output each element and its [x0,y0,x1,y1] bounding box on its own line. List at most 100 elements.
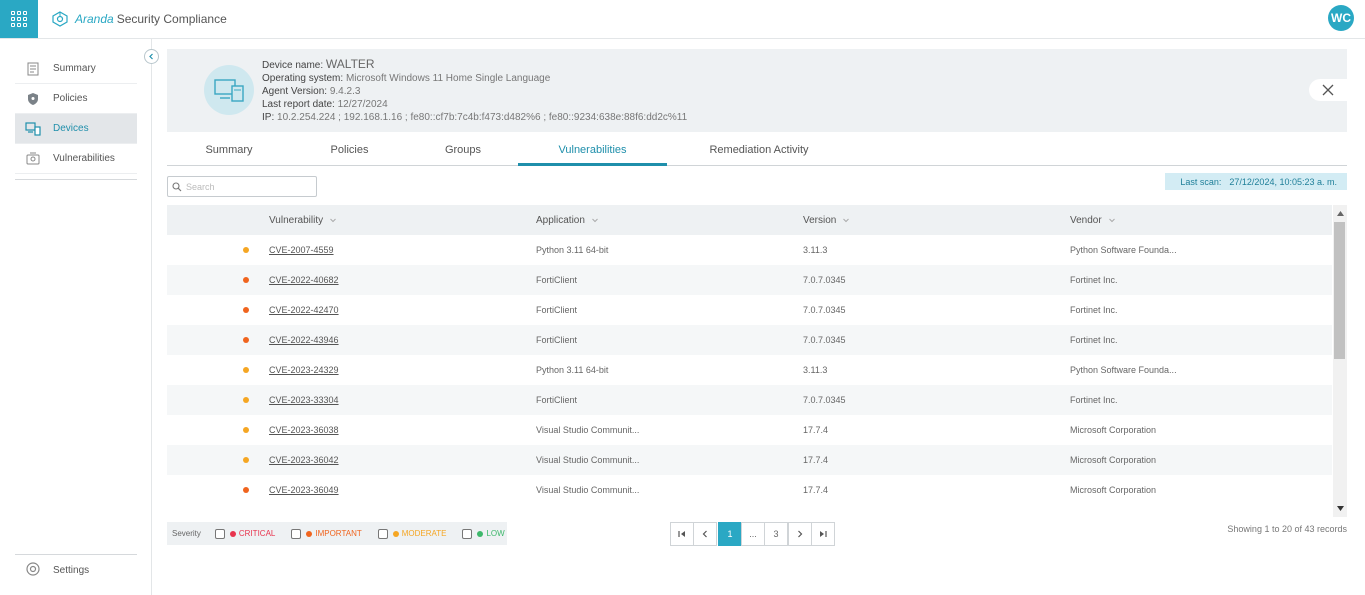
column-header-version[interactable]: Version [803,205,850,235]
gear-icon [25,561,41,580]
caret-down-icon [1336,506,1344,511]
severity-legend: Severity CRITICAL IMPORTANT MODERATE LOW [167,522,507,545]
column-header-label: Vulnerability [269,214,324,226]
table-row[interactable]: CVE-2023-36038 Visual Studio Communit... 1… [167,415,1332,445]
pagination: 1... 3 [670,522,835,546]
user-avatar[interactable]: WC [1328,5,1354,31]
ip-value: 10.2.254.224 ; 192.168.1.16 ; fe80::cf7b… [277,112,688,123]
cve-link[interactable]: CVE-2022-40682 [269,265,339,295]
sidebar-item-label: Devices [53,123,89,134]
severity-dot [243,337,249,343]
version-cell: 3.11.3 [803,365,828,375]
application-cell: Python 3.11 64-bit [536,365,609,375]
severity-filter-critical[interactable]: CRITICAL [214,528,276,539]
table-row[interactable]: CVE-2022-42470 FortiClient 7.0.7.0345 Forti… [167,295,1332,325]
report-label: Last report date: [262,99,335,110]
severity-filter-low[interactable]: LOW [462,528,505,539]
last-scan-label: Last scan: [1180,176,1222,187]
chevron-left-icon [149,53,153,60]
collapse-sidebar-button[interactable] [144,49,159,64]
column-header-application[interactable]: Application [536,205,599,235]
severity-filter-important[interactable]: IMPORTANT [291,528,362,539]
first-page-button[interactable] [670,522,694,546]
severity-dot [243,397,249,403]
apps-grid-icon [11,11,27,27]
brand-aranda: Aranda [75,12,114,26]
severity-dot [243,307,249,313]
table-row[interactable]: CVE-2022-43946 FortiClient 7.0.7.0345 Forti… [167,325,1332,355]
tab-remediation-activity[interactable]: Remediation Activity [667,134,851,165]
report-line: Last report date: 12/27/2024 [262,98,687,111]
cve-link[interactable]: CVE-2022-43946 [269,325,339,355]
first-page-icon [678,531,685,537]
table-row[interactable]: CVE-2022-40682 FortiClient 7.0.7.0345 Forti… [167,265,1332,295]
severity-label: IMPORTANT [315,529,362,538]
tab-policies[interactable]: Policies [291,134,408,165]
version-cell: 7.0.7.0345 [803,305,846,315]
vendor-cell: Fortinet Inc. [1070,275,1118,285]
apps-menu-button[interactable] [0,0,38,38]
severity-filter-moderate[interactable]: MODERATE [377,528,446,539]
vulnerability-icon [25,151,41,167]
scroll-down-button[interactable] [1333,500,1347,517]
severity-checkbox[interactable] [377,528,388,539]
application-cell: FortiClient [536,335,578,345]
devices-icon [214,79,244,102]
application-cell: Visual Studio Communit... [536,485,640,495]
tab-summary[interactable]: Summary [167,134,291,165]
version-cell: 7.0.7.0345 [803,275,846,285]
table-row[interactable]: CVE-2023-24329 Python 3.11 64-bit 3.11.3 Py… [167,355,1332,385]
version-cell: 3.11.3 [803,245,828,255]
page-button[interactable]: 3 [764,522,788,546]
cve-link[interactable]: CVE-2023-36042 [269,445,339,475]
tab-vulnerabilities[interactable]: Vulnerabilities [518,134,667,166]
search-input[interactable] [186,181,306,192]
cve-link[interactable]: CVE-2007-4559 [269,235,334,265]
severity-checkbox[interactable] [462,528,473,539]
cve-link[interactable]: CVE-2023-33304 [269,385,339,415]
sidebar-item-vulnerabilities[interactable]: Vulnerabilities [15,144,137,174]
os-label: Operating system: [262,73,344,84]
column-header-vendor[interactable]: Vendor [1070,205,1116,235]
shield-icon [25,91,41,107]
column-header-label: Vendor [1070,214,1102,226]
last-page-button[interactable] [811,522,835,546]
chevron-right-icon [798,530,803,538]
cve-link[interactable]: CVE-2023-36049 [269,475,339,505]
vendor-cell: Python Software Founda... [1070,245,1177,255]
page-button[interactable]: 1 [718,522,742,546]
last-page-icon [820,531,827,537]
close-button[interactable] [1309,79,1347,101]
severity-checkbox[interactable] [291,528,302,539]
agent-label: Agent Version: [262,86,328,97]
sidebar-item-devices[interactable]: Devices [15,114,137,144]
os-value: Microsoft Windows 11 Home Single Languag… [345,73,551,84]
next-page-button[interactable] [788,522,812,546]
settings-label: Settings [53,565,90,576]
last-scan-badge: Last scan: 27/12/2024, 10:05:23 a. m. [1165,173,1347,190]
severity-label: CRITICAL [238,529,276,538]
prev-page-button[interactable] [693,522,717,546]
chevron-down-icon [1108,218,1115,223]
brand: Aranda Security Compliance [50,10,227,28]
page-ellipsis[interactable]: ... [741,522,765,546]
table-scrollbar[interactable] [1333,205,1347,517]
table-row[interactable]: CVE-2023-33304 FortiClient 7.0.7.0345 Forti… [167,385,1332,415]
severity-checkbox[interactable] [214,528,225,539]
table-row[interactable]: CVE-2023-36049 Visual Studio Communit... 1… [167,475,1332,505]
table-row[interactable]: CVE-2023-36042 Visual Studio Communit... 1… [167,445,1332,475]
sidebar-item-summary[interactable]: Summary [15,54,137,84]
vulnerabilities-table: Vulnerability Application Version Vendor… [167,205,1347,517]
agent-line: Agent Version: 9.4.2.3 [262,85,687,98]
cve-link[interactable]: CVE-2023-36038 [269,415,339,445]
sidebar-item-policies[interactable]: Policies [15,84,137,114]
scroll-up-button[interactable] [1333,205,1347,222]
column-header-vulnerability[interactable]: Vulnerability [269,205,337,235]
table-row[interactable]: CVE-2007-4559 Python 3.11 64-bit 3.11.3 Pyt… [167,235,1332,265]
table-body: CVE-2007-4559 Python 3.11 64-bit 3.11.3 Pyt… [167,235,1332,505]
tab-groups[interactable]: Groups [408,134,518,165]
scroll-thumb[interactable] [1334,222,1345,359]
cve-link[interactable]: CVE-2023-24329 [269,355,339,385]
sidebar-item-settings[interactable]: Settings [15,554,137,586]
cve-link[interactable]: CVE-2022-42470 [269,295,339,325]
